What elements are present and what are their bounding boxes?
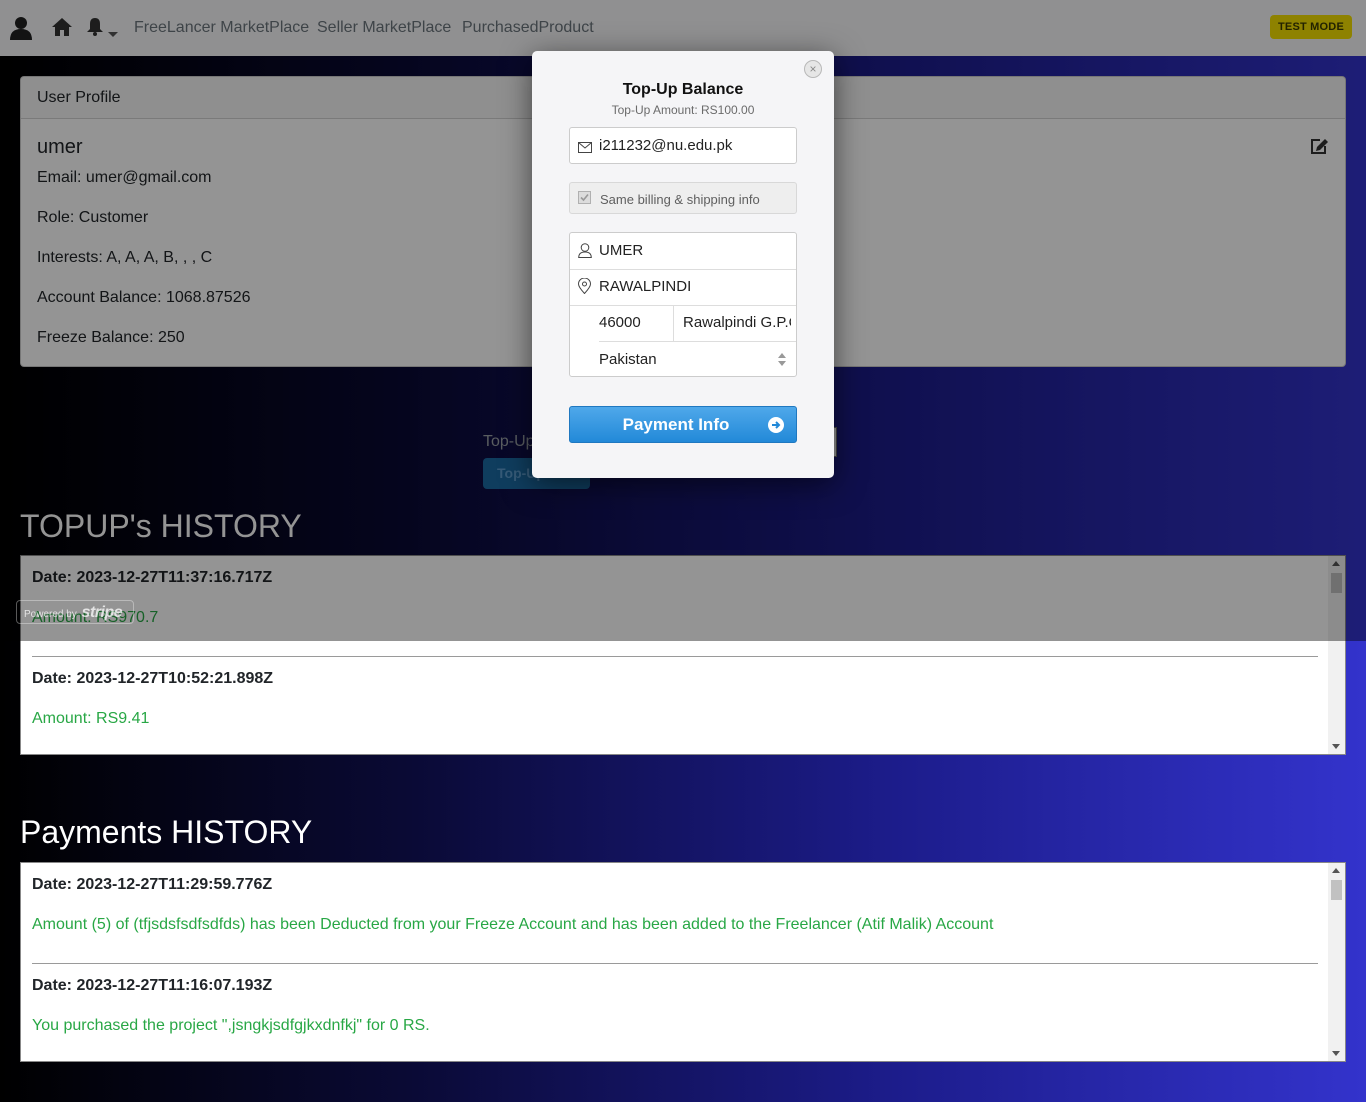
address-field[interactable]: RAWALPINDI [570, 269, 796, 306]
location-pin-icon [577, 277, 592, 299]
topup-entry-date: Date: 2023-12-27T10:52:21.898Z [32, 670, 274, 687]
topup-entry-amount: Amount: RS9.41 [32, 710, 150, 727]
address-value: RAWALPINDI [599, 278, 692, 295]
email-value: i211232@nu.edu.pk [599, 137, 733, 154]
mail-icon [578, 140, 592, 158]
stripe-logo: stripe [81, 604, 123, 621]
scroll-up-arrow[interactable] [1332, 868, 1340, 873]
billing-address-group: UMER RAWALPINDI 46000 Rawalpindi G.P.O P… [569, 232, 797, 377]
select-arrows-icon [778, 353, 786, 371]
country-value: Pakistan [599, 351, 657, 368]
scrollbar-thumb[interactable] [1331, 880, 1342, 900]
divider [32, 656, 1318, 657]
payment-entry-date: Date: 2023-12-27T11:16:07.193Z [32, 977, 273, 994]
stripe-checkout-modal: × Top-Up Balance Top-Up Amount: RS100.00… [532, 51, 834, 478]
payment-entry-text: You purchased the project ",jsngkjsdfgjk… [32, 1017, 430, 1034]
same-billing-checkbox[interactable] [578, 191, 591, 204]
scroll-down-arrow[interactable] [1332, 1051, 1340, 1056]
zip-value: 46000 [599, 314, 641, 331]
payments-history-title: Payments HISTORY [20, 814, 313, 850]
email-field[interactable]: i211232@nu.edu.pk [569, 127, 797, 164]
country-select[interactable]: Pakistan [599, 341, 796, 377]
name-value: UMER [599, 242, 644, 259]
zip-field[interactable]: 46000 [599, 305, 674, 342]
payments-history-list[interactable]: Date: 2023-12-27T11:29:59.776Z Amount (5… [20, 862, 1346, 1062]
name-field[interactable]: UMER [570, 233, 796, 270]
payment-info-button[interactable]: Payment Info [569, 406, 797, 443]
powered-by-text: Powered by [24, 609, 77, 620]
scrollbar[interactable] [1328, 863, 1345, 1061]
divider [32, 963, 1318, 964]
city-value: Rawalpindi G.P.O [683, 314, 791, 331]
city-field[interactable]: Rawalpindi G.P.O [673, 305, 796, 342]
payment-entry-date: Date: 2023-12-27T11:29:59.776Z [32, 876, 273, 893]
person-icon [578, 243, 592, 263]
close-button[interactable]: × [804, 60, 822, 78]
arrow-right-icon [768, 417, 784, 433]
same-billing-checkbox-row[interactable]: Same billing & shipping info [569, 182, 797, 214]
payment-entry-text: Amount (5) of (tfjsdsfsdfsdfds) has been… [32, 916, 994, 933]
payment-info-label: Payment Info [622, 415, 730, 434]
modal-title: Top-Up Balance [622, 81, 744, 98]
same-billing-label: Same billing & shipping info [600, 192, 760, 207]
scroll-down-arrow[interactable] [1332, 744, 1340, 749]
powered-by-stripe-badge[interactable]: Powered by stripe [16, 600, 134, 624]
modal-subtitle: Top-Up Amount: RS100.00 [611, 103, 755, 117]
